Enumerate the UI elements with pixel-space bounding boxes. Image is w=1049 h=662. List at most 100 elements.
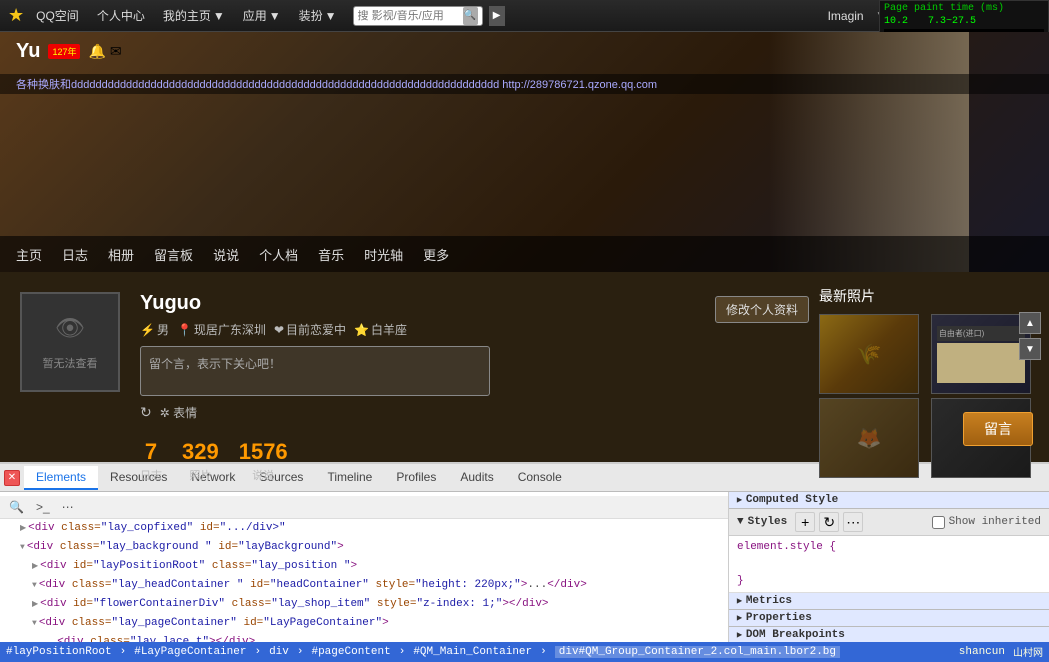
sub-nav-home[interactable]: 主页 — [16, 245, 42, 264]
sub-nav-timeline[interactable]: 时光轴 — [364, 245, 403, 264]
dom-line[interactable]: ▼<div class="lay_pageContainer" id="LayP… — [0, 614, 728, 633]
nav-apps[interactable]: 应用 ▼ — [237, 5, 287, 26]
dom-line[interactable]: ▶<div id="flowerContainerDiv" class="lay… — [0, 595, 728, 614]
show-inherited-option: Show inherited — [932, 516, 1041, 529]
paint-time-title: Page paint time (ms) — [884, 3, 1044, 14]
dom-panel[interactable]: 🔍 >_ ⋯ ▶<div class="lay_copfixed" id="..… — [0, 492, 729, 642]
status-label: 说说 — [239, 467, 288, 483]
properties-label: Properties — [746, 612, 812, 624]
site-suffix: 山村网 — [1013, 644, 1043, 660]
breadcrumb-item-selected[interactable]: div#QM_Group_Container_2.col_main.lbor2.… — [555, 646, 840, 658]
star-icon: ★ — [8, 5, 24, 26]
breadcrumb-item-1[interactable]: #LayPageContainer — [134, 646, 246, 658]
styles-label: Styles — [748, 516, 788, 528]
devtools-close-button[interactable]: ✕ — [4, 470, 20, 486]
breadcrumb-item-3[interactable]: #pageContent — [311, 646, 390, 658]
dom-line[interactable]: ▼<div class="lay_headContainer " id="hea… — [0, 576, 728, 595]
element-style-body — [737, 554, 1041, 574]
dom-line[interactable]: ▼<div class="lay_background " id="layBac… — [0, 538, 728, 557]
eye-icon: 👁 — [43, 314, 98, 343]
element-style-rule: element.style { — [737, 540, 1041, 554]
search-box: 🔍 — [353, 6, 483, 26]
photos-grid: 🌾 自由者(进口) 🦊 👓 — [819, 314, 1039, 478]
breadcrumb-item-2[interactable]: div — [269, 646, 289, 658]
dom-toolbar: 🔍 >_ ⋯ — [0, 496, 728, 519]
icon-1: 🔔 — [88, 43, 105, 60]
breadcrumb-sep: › — [297, 646, 304, 658]
refresh-icon[interactable]: ↻ — [140, 404, 152, 421]
site-label: shancun — [959, 646, 1005, 658]
more-button[interactable]: ⋯ — [59, 499, 77, 515]
scroll-down-button[interactable]: ▼ — [1019, 338, 1041, 360]
message-button[interactable]: 留言 — [963, 412, 1033, 446]
sub-nav-profile[interactable]: 个人档 — [259, 245, 298, 264]
no-view-label: 👁 暂无法查看 — [43, 314, 98, 371]
dom-line[interactable]: ▶<div class="lay_copfixed" id=".../div>" — [0, 519, 728, 538]
sub-nav-guestbook[interactable]: 留言板 — [154, 245, 193, 264]
element-style-section: element.style { } — [729, 536, 1049, 593]
modify-profile-button[interactable]: 修改个人资料 — [715, 296, 809, 323]
profile-content: 👁 暂无法查看 Yuguo ⚡ 男 📍 现居广东深圳 ❤ 目前恋爱中 ⭐ 白羊座… — [0, 272, 1049, 462]
sub-nav-status[interactable]: 说说 — [213, 245, 239, 264]
sub-nav-music[interactable]: 音乐 — [318, 245, 344, 264]
styles-section-header: ▼ Styles + ↻ ⋯ Show inherited — [729, 509, 1049, 536]
properties-header[interactable]: ▶ Properties — [729, 610, 1049, 627]
dom-line[interactable]: <div class="lay_lace_t"></div> — [0, 633, 728, 642]
nav-qqspace[interactable]: QQ空间 — [30, 5, 85, 26]
sub-nav-photos[interactable]: 相册 — [108, 245, 134, 264]
styles-toolbar: + ↻ ⋯ — [795, 512, 863, 532]
profile-area: Yu 127年 🔔 ✉ 各种换肤和ddddddddddddddddddddddd… — [0, 32, 1049, 272]
user-url-bar: 各种换肤和ddddddddddddddddddddddddddddddddddd… — [0, 74, 1049, 94]
user-header: Yu 127年 🔔 ✉ — [0, 32, 1049, 71]
photo-thumb-3[interactable]: 🦊 — [819, 398, 919, 478]
photos-section: 最新照片 🌾 自由者(进口) 🦊 👓 — [819, 286, 1039, 478]
nav-personal-center[interactable]: 个人中心 — [91, 5, 151, 26]
photo-thumb-2[interactable]: 自由者(进口) — [931, 314, 1031, 394]
sub-nav-more[interactable]: 更多 — [423, 245, 449, 264]
show-inherited-checkbox[interactable] — [932, 516, 945, 529]
nav-my-home[interactable]: 我的主页 ▼ — [157, 5, 231, 26]
breadcrumb-item-0[interactable]: #layPositionRoot — [6, 646, 112, 658]
styles-triangle: ▼ — [737, 516, 744, 528]
user-icons: 🔔 ✉ — [88, 43, 121, 60]
stat-photos: 329 照片 — [182, 439, 219, 483]
photos-count: 329 — [182, 439, 219, 465]
imagin-label[interactable]: Imagin — [822, 7, 870, 25]
emotion-button[interactable]: ✲ 表情 — [160, 404, 197, 421]
computed-style-header[interactable]: ▶ Computed Style — [729, 492, 1049, 509]
devtools-panel: ✕ Elements Resources Network Sources Tim… — [0, 462, 1049, 662]
computed-triangle: ▶ — [737, 495, 742, 505]
dom-breakpoints-label: DOM Breakpoints — [746, 629, 845, 641]
refresh-style-button[interactable]: ↻ — [819, 512, 839, 532]
add-style-button[interactable]: + — [795, 512, 815, 532]
profile-sub-nav: 主页 日志 相册 留言板 说说 个人档 音乐 时光轴 更多 — [0, 236, 1049, 272]
nav-arrow-button[interactable]: ▶ — [489, 6, 505, 26]
show-inherited-label: Show inherited — [949, 516, 1041, 528]
more-style-button[interactable]: ⋯ — [843, 512, 863, 532]
breadcrumb-sep: › — [399, 646, 406, 658]
search-input[interactable] — [358, 10, 463, 22]
tab-elements[interactable]: Elements — [24, 466, 98, 490]
styles-panel: ▶ Computed Style ▼ Styles + ↻ ⋯ Show inh… — [729, 492, 1049, 642]
console-button[interactable]: >_ — [33, 499, 53, 515]
scroll-arrows: ▲ ▼ — [1019, 312, 1043, 360]
meta-location: 📍 现居广东深圳 — [177, 321, 266, 338]
dom-line[interactable]: ▶<div id="layPositionRoot" class="lay_po… — [0, 557, 728, 576]
computed-style-label: Computed Style — [746, 494, 838, 506]
metrics-header[interactable]: ▶ Metrics — [729, 593, 1049, 610]
breadcrumb-item-4[interactable]: #QM_Main_Container — [413, 646, 532, 658]
dom-breakpoints-header[interactable]: ▶ DOM Breakpoints — [729, 627, 1049, 642]
search-button[interactable]: 🔍 — [463, 7, 478, 25]
scroll-up-button[interactable]: ▲ — [1019, 312, 1041, 334]
status-count: 1576 — [239, 439, 288, 465]
sub-nav-diary[interactable]: 日志 — [62, 245, 88, 264]
meta-gender: ⚡ 男 — [140, 321, 169, 338]
nav-dress[interactable]: 装扮 ▼ — [293, 5, 343, 26]
paint-val2: 7.3~27.5 — [928, 16, 976, 27]
photo-thumb-1[interactable]: 🌾 — [819, 314, 919, 394]
comment-box[interactable]: 留个言，表示下关心吧！ — [140, 346, 490, 396]
diary-count: 7 — [140, 439, 162, 465]
breadcrumb-sep: › — [254, 646, 261, 658]
inspect-button[interactable]: 🔍 — [6, 499, 27, 515]
styles-title-row: ▼ Styles + ↻ ⋯ — [737, 512, 863, 532]
